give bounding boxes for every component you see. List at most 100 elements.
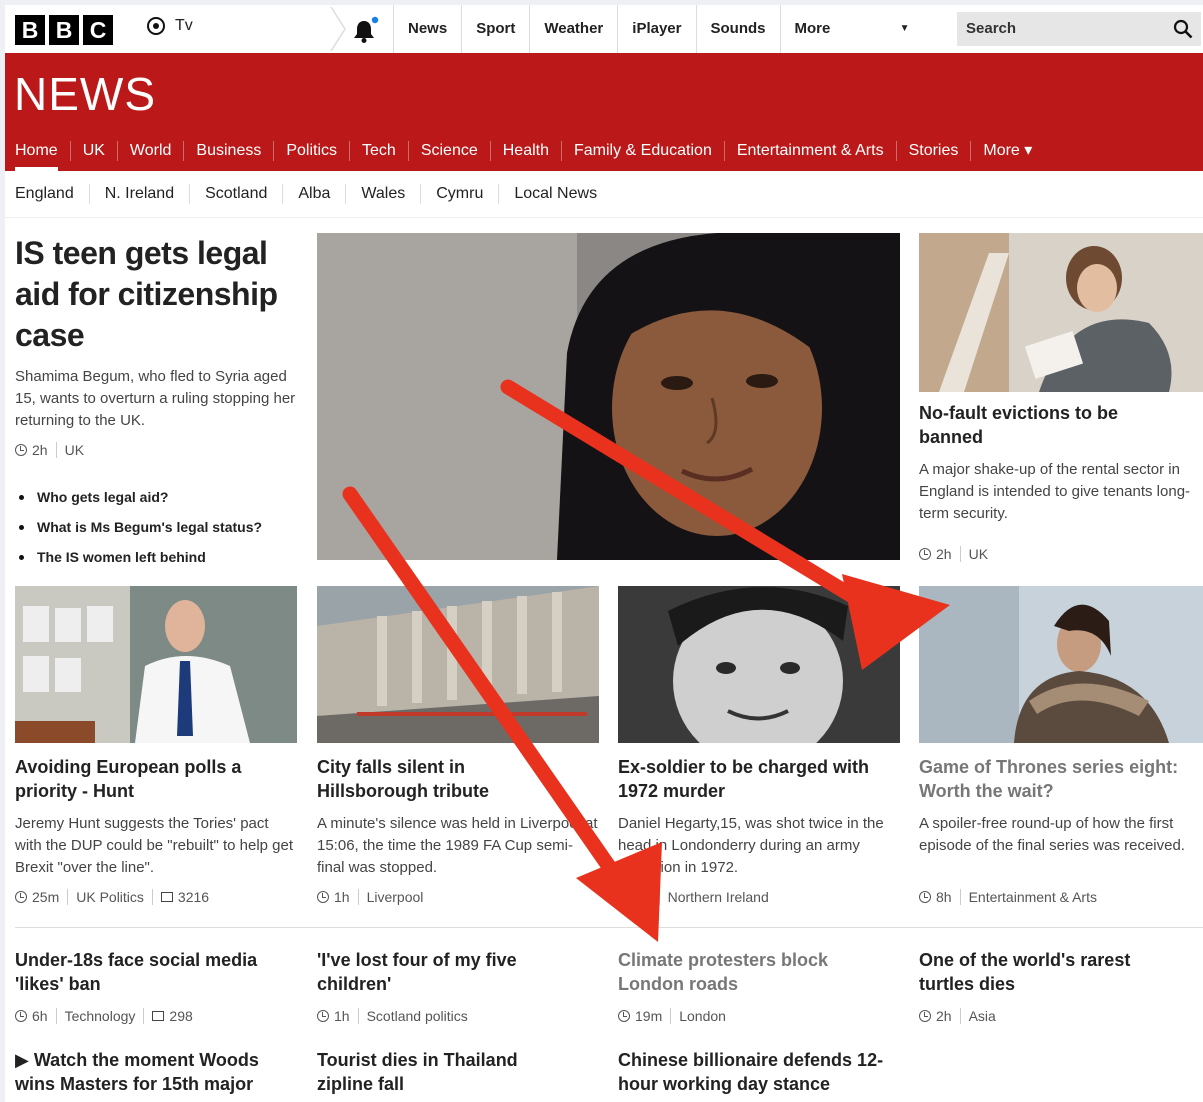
story-section[interactable]: UK Politics bbox=[76, 889, 144, 905]
regional-nav-item[interactable]: Scotland bbox=[189, 184, 282, 204]
clock-icon bbox=[15, 444, 27, 456]
meta-divider bbox=[658, 889, 660, 905]
bbc-logo[interactable]: B B C bbox=[15, 15, 113, 45]
clock-icon bbox=[919, 1010, 931, 1022]
story-meta: 1h Scotland politics bbox=[317, 1008, 468, 1024]
lead-time: 2h bbox=[32, 442, 48, 458]
meta-divider bbox=[959, 546, 961, 562]
regional-nav-item[interactable]: Wales bbox=[345, 184, 420, 204]
top-nav-sounds[interactable]: Sounds bbox=[695, 5, 780, 53]
top-nav-iplayer[interactable]: iPlayer bbox=[617, 5, 695, 53]
news-nav-world[interactable]: World bbox=[116, 141, 184, 161]
story-headline[interactable]: Game of Thrones series eight: Worth the … bbox=[919, 755, 1203, 803]
news-nav-more[interactable]: More ▾ bbox=[970, 141, 1044, 161]
regional-nav-item[interactable]: N. Ireland bbox=[88, 184, 189, 204]
user-circle-icon bbox=[147, 17, 165, 35]
news-nav-home[interactable]: Home bbox=[5, 141, 70, 171]
news-nav-stories[interactable]: Stories bbox=[895, 141, 971, 161]
meta-divider bbox=[357, 1008, 359, 1024]
story-image-hillsborough[interactable] bbox=[317, 586, 599, 743]
clock-icon bbox=[317, 891, 329, 903]
story-section[interactable]: Scotland politics bbox=[367, 1008, 468, 1024]
story-image-got[interactable] bbox=[919, 586, 1203, 743]
search-box[interactable]: Search bbox=[957, 12, 1201, 46]
story-image-hegarty[interactable] bbox=[618, 586, 900, 743]
story-time: 1h bbox=[334, 1008, 350, 1024]
regional-nav-item[interactable]: Local News bbox=[498, 184, 612, 204]
bell-icon[interactable] bbox=[349, 15, 379, 45]
clock-icon bbox=[618, 1010, 630, 1022]
lead-section[interactable]: UK bbox=[65, 442, 84, 458]
story-section[interactable]: Entertainment & Arts bbox=[969, 889, 1097, 905]
story-image-hunt[interactable] bbox=[15, 586, 297, 743]
story-headline[interactable]: Avoiding European polls a priority - Hun… bbox=[15, 755, 275, 803]
regional-nav-item[interactable]: Alba bbox=[282, 184, 345, 204]
news-nav-tech[interactable]: Tech bbox=[349, 141, 408, 161]
lead-story-image[interactable] bbox=[317, 233, 900, 560]
search-icon[interactable] bbox=[1173, 19, 1193, 39]
news-nav-family-education[interactable]: Family & Education bbox=[561, 141, 724, 161]
story-headline[interactable]: Ex-soldier to be charged with 1972 murde… bbox=[618, 755, 900, 803]
lead-meta: 2h UK bbox=[15, 442, 84, 458]
story-summary: Jeremy Hunt suggests the Tories' pact wi… bbox=[15, 815, 294, 876]
story-summary: A minute's silence was held in Liverpool… bbox=[317, 815, 598, 876]
story-meta: 25m UK Politics 3216 bbox=[15, 889, 209, 905]
news-nav-entertainment-arts[interactable]: Entertainment & Arts bbox=[723, 141, 896, 161]
news-title[interactable]: NEWS bbox=[14, 67, 156, 121]
related-link[interactable]: What is Ms Begum's legal status? bbox=[15, 512, 315, 542]
story-section[interactable]: Asia bbox=[969, 1008, 996, 1024]
news-nav-business[interactable]: Business bbox=[183, 141, 273, 161]
news-nav-uk[interactable]: UK bbox=[69, 141, 117, 161]
video-story-headline[interactable]: ▶ Watch the moment Woods wins Masters fo… bbox=[15, 1048, 295, 1096]
story-meta: 19m London bbox=[618, 1008, 726, 1024]
related-link[interactable]: Who gets legal aid? bbox=[15, 482, 315, 512]
caret-down-icon: ▼ bbox=[899, 23, 910, 34]
story-meta: 6h Technology 298 bbox=[15, 1008, 193, 1024]
story-section[interactable]: Northern Ireland bbox=[668, 889, 769, 905]
comment-count[interactable]: 298 bbox=[169, 1008, 192, 1024]
side-story-headline[interactable]: No-fault evictions to be banned bbox=[919, 401, 1179, 449]
news-nav-politics[interactable]: Politics bbox=[273, 141, 349, 161]
story-time: 19m bbox=[635, 1008, 663, 1024]
top-nav-weather[interactable]: Weather bbox=[529, 5, 617, 53]
side-story-image[interactable] bbox=[919, 233, 1203, 392]
meta-divider bbox=[55, 442, 57, 458]
lead-summary: Shamima Begum, who fled to Syria aged 15… bbox=[15, 368, 296, 429]
top-nav: News Sport Weather iPlayer Sounds More ▼ bbox=[393, 5, 920, 53]
lead-headline[interactable]: IS teen gets legal aid for citizenship c… bbox=[15, 233, 305, 356]
comment-count[interactable]: 3216 bbox=[178, 889, 209, 905]
story-headline[interactable]: Under-18s face social media 'likes' ban bbox=[15, 948, 295, 996]
news-nav-health[interactable]: Health bbox=[489, 141, 561, 161]
top-nav-more[interactable]: More ▼ bbox=[779, 5, 920, 53]
lead-related-links: Who gets legal aid? What is Ms Begum's l… bbox=[15, 482, 315, 572]
meta-divider bbox=[143, 1008, 145, 1024]
story-headline[interactable]: One of the world's rarest turtles dies bbox=[919, 948, 1169, 996]
story-summary: A spoiler-free round-up of how the first… bbox=[919, 815, 1185, 854]
meta-divider bbox=[67, 889, 69, 905]
story-headline[interactable]: Tourist dies in Thailand zipline fall bbox=[317, 1048, 557, 1096]
story-headline[interactable]: Climate protesters block London roads bbox=[618, 948, 858, 996]
story-headline[interactable]: Chinese billionaire defends 12-hour work… bbox=[618, 1048, 888, 1096]
story-section[interactable]: Liverpool bbox=[367, 889, 424, 905]
story-section[interactable]: Technology bbox=[65, 1008, 136, 1024]
tv-label: Tv bbox=[175, 17, 193, 34]
story-section[interactable]: UK bbox=[969, 546, 988, 562]
regional-nav-item[interactable]: Cymru bbox=[420, 184, 498, 204]
meta-divider bbox=[959, 1008, 961, 1024]
news-nav-science[interactable]: Science bbox=[407, 141, 490, 161]
side-story-summary: A major shake-up of the rental sector in… bbox=[919, 461, 1191, 522]
story-headline[interactable]: City falls silent in Hillsborough tribut… bbox=[317, 755, 557, 803]
top-nav-news[interactable]: News bbox=[393, 5, 461, 53]
meta-divider bbox=[959, 889, 961, 905]
regional-nav-item[interactable]: England bbox=[5, 184, 89, 204]
story-headline[interactable]: 'I've lost four of my five children' bbox=[317, 948, 557, 996]
story-meta: 2h Asia bbox=[919, 1008, 996, 1024]
meta-divider bbox=[670, 1008, 672, 1024]
related-link[interactable]: The IS women left behind bbox=[15, 542, 315, 572]
clock-icon bbox=[15, 891, 27, 903]
story-section[interactable]: London bbox=[679, 1008, 726, 1024]
story-time: 25m bbox=[32, 889, 60, 905]
top-nav-sport[interactable]: Sport bbox=[461, 5, 529, 53]
tv-link[interactable]: Tv bbox=[147, 17, 193, 35]
story-time: 8h bbox=[936, 889, 952, 905]
